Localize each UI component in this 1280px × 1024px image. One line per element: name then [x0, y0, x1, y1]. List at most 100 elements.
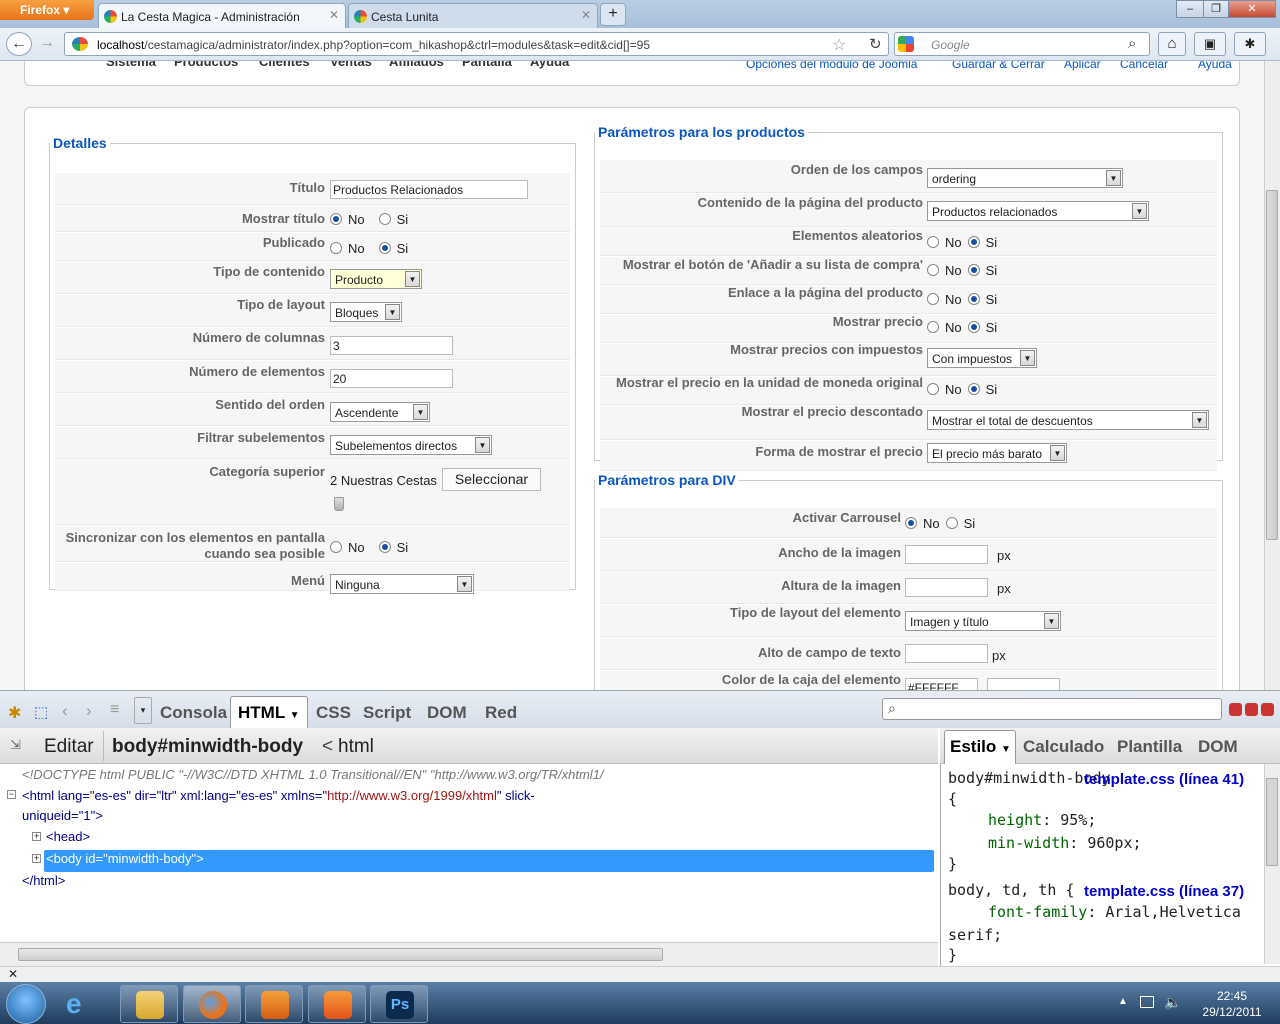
- tipo-contenido-select[interactable]: Producto ▼: [330, 269, 422, 289]
- firebug-tab-script[interactable]: Script: [363, 703, 411, 723]
- expand-icon[interactable]: +: [32, 854, 41, 863]
- search-input[interactable]: Google: [894, 32, 1150, 56]
- taskbar-media[interactable]: [245, 985, 303, 1023]
- contenido-select[interactable]: Productos relacionados ▼: [927, 201, 1149, 221]
- windows-start-icon[interactable]: [6, 984, 46, 1024]
- sincronizar-no-radio[interactable]: [330, 541, 342, 553]
- carrousel-si-radio[interactable]: [945, 517, 958, 529]
- close-firebug-icon[interactable]: [1261, 703, 1274, 716]
- rule1-source-link[interactable]: template.css (línea 41): [1084, 771, 1244, 788]
- taskbar-explorer[interactable]: [120, 985, 178, 1023]
- firebug-search-input[interactable]: [882, 698, 1222, 720]
- admin-menu-clientes[interactable]: Clientes: [259, 61, 310, 69]
- sincronizar-si-radio[interactable]: [378, 541, 391, 553]
- minimize-button[interactable]: –: [1176, 0, 1204, 18]
- maximize-button[interactable]: ❐: [1203, 0, 1229, 18]
- admin-menu-afiliados[interactable]: Afiliados: [389, 61, 444, 69]
- color-input[interactable]: #FFFFFF: [905, 678, 978, 690]
- editar-button[interactable]: Editar: [44, 736, 94, 758]
- boton-no-radio[interactable]: [927, 264, 939, 276]
- head-tag[interactable]: <head>: [46, 829, 90, 844]
- precio-no-radio[interactable]: [927, 321, 939, 333]
- body-tag[interactable]: <body id="minwidth-body">: [46, 851, 204, 866]
- collapse-icon[interactable]: −: [7, 790, 16, 799]
- inspect-icon[interactable]: ⬚: [34, 703, 48, 721]
- menu-select[interactable]: Ninguna ▼: [330, 574, 474, 594]
- forward-arrow-icon[interactable]: ›: [86, 701, 92, 721]
- html-open-tag[interactable]: <html lang="es-es" dir="ltr" xml:lang="e…: [22, 788, 535, 803]
- save-close-button[interactable]: Guardar & Cerrar: [952, 61, 1045, 71]
- descontado-select[interactable]: Mostrar el total de descuentos ▼: [927, 410, 1209, 430]
- tipo-elemento-select[interactable]: Imagen y título ▼: [905, 611, 1061, 631]
- firebug-tab-consola[interactable]: Consola: [160, 703, 227, 723]
- system-clock[interactable]: 22:45 29/12/2011: [1192, 988, 1272, 1020]
- url-bar[interactable]: localhost/cestamagica/administrator/inde…: [64, 32, 889, 56]
- side-tab-dom[interactable]: DOM: [1198, 737, 1238, 757]
- firefox-menu-button[interactable]: Firefox ▾: [0, 0, 94, 20]
- help-button[interactable]: Ayuda: [1198, 61, 1232, 71]
- tray-expand-icon[interactable]: ▲: [1118, 996, 1128, 1007]
- moneda-si-radio[interactable]: [967, 383, 980, 395]
- firebug-bug-icon[interactable]: ✱: [8, 703, 21, 723]
- taskbar-mail[interactable]: [308, 985, 366, 1023]
- breadcrumb-html[interactable]: html: [338, 736, 374, 758]
- alto-campo-input[interactable]: [905, 644, 988, 663]
- hscroll-thumb[interactable]: [18, 948, 663, 961]
- firebug-tab-dom[interactable]: DOM: [427, 703, 467, 723]
- rule1-decl-height[interactable]: height: 95%;: [988, 811, 1096, 829]
- network-icon[interactable]: [1140, 996, 1154, 1008]
- reload-icon[interactable]: ↻: [869, 35, 882, 53]
- boton-si-radio[interactable]: [967, 264, 980, 276]
- screenshot-icon[interactable]: ▣: [1194, 32, 1226, 56]
- forma-select[interactable]: El precio más barato ▼: [927, 443, 1067, 463]
- admin-menu-ayuda[interactable]: Ayuda: [530, 61, 569, 69]
- home-icon[interactable]: ⌂: [1158, 32, 1186, 56]
- admin-menu-ventas[interactable]: Ventas: [330, 61, 372, 69]
- search-icon[interactable]: ⌕: [1128, 35, 1136, 52]
- apply-button[interactable]: Aplicar: [1064, 61, 1101, 71]
- tipo-layout-select[interactable]: Bloques ▼: [330, 302, 402, 322]
- admin-menu-sistema[interactable]: Sistema: [106, 61, 156, 69]
- carrousel-no-radio[interactable]: [905, 517, 917, 529]
- num-elementos-input[interactable]: 20: [330, 369, 453, 388]
- chevron-down-icon[interactable]: ▾: [134, 697, 152, 724]
- page-scrollbar-thumb[interactable]: [1266, 190, 1278, 540]
- bookmark-star-icon[interactable]: ☆: [832, 35, 846, 55]
- taskbar-photoshop[interactable]: Ps: [370, 985, 428, 1023]
- impuestos-select[interactable]: Con impuestos ▼: [927, 348, 1037, 368]
- trash-icon[interactable]: [334, 497, 344, 511]
- detach-firebug-icon[interactable]: [1245, 703, 1258, 716]
- forward-arrow-icon[interactable]: →: [34, 32, 60, 56]
- html-close-tag[interactable]: </html>: [22, 873, 65, 888]
- enlace-si-radio[interactable]: [967, 293, 980, 305]
- mostrar-titulo-si-radio[interactable]: [378, 213, 391, 225]
- admin-menu-productos[interactable]: Productos: [174, 61, 238, 69]
- aleatorios-si-radio[interactable]: [967, 236, 980, 248]
- expand-panel-icon[interactable]: ⇲: [10, 737, 21, 753]
- tab-cesta-magica[interactable]: La Cesta Magica - Administración ✕: [98, 3, 346, 28]
- back-arrow-icon[interactable]: ‹: [62, 701, 68, 721]
- firebug-tab-html[interactable]: HTML ▼: [238, 703, 300, 723]
- expand-icon[interactable]: +: [32, 832, 41, 841]
- close-tab-icon[interactable]: ✕: [329, 8, 339, 22]
- side-tab-calculado[interactable]: Calculado: [1023, 737, 1104, 757]
- cancel-button[interactable]: Cancelar: [1120, 61, 1168, 71]
- side-tab-plantilla[interactable]: Plantilla: [1117, 737, 1182, 757]
- publicado-no-radio[interactable]: [330, 242, 342, 254]
- style-scroll-thumb[interactable]: [1266, 778, 1278, 866]
- side-tab-estilo[interactable]: Estilo ▼: [950, 737, 1011, 757]
- mostrar-titulo-no-radio[interactable]: [330, 213, 342, 225]
- breadcrumb-body[interactable]: body#minwidth-body: [112, 736, 303, 758]
- titulo-input[interactable]: Productos Relacionados: [330, 180, 528, 199]
- ie-icon[interactable]: e: [66, 988, 82, 1020]
- enlace-no-radio[interactable]: [927, 293, 939, 305]
- close-tab-icon[interactable]: ✕: [581, 8, 591, 22]
- moneda-no-radio[interactable]: [927, 383, 939, 395]
- color-preview-input[interactable]: [987, 678, 1060, 690]
- precio-si-radio[interactable]: [967, 321, 980, 333]
- firebug-icon[interactable]: ✱: [1234, 32, 1266, 56]
- close-window-button[interactable]: ✕: [1228, 0, 1276, 18]
- rule1-decl-minwidth[interactable]: min-width: 960px;: [988, 834, 1142, 852]
- minimize-firebug-icon[interactable]: [1229, 703, 1242, 716]
- ancho-input[interactable]: [905, 545, 988, 564]
